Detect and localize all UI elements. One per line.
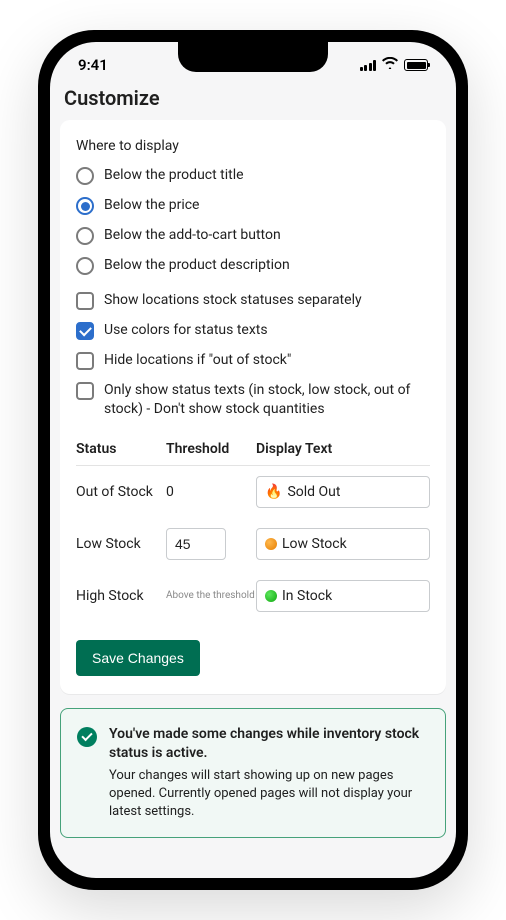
- table-row-low-stock: Low Stock Low Stock: [76, 518, 430, 570]
- table-header: Status Threshold Display Text: [76, 441, 430, 466]
- display-text-value: Sold Out: [287, 484, 340, 500]
- display-text-input[interactable]: 🔥 Sold Out: [256, 476, 430, 508]
- radio-icon: [76, 257, 94, 275]
- signal-icon: [360, 60, 377, 71]
- display-text-value: Low Stock: [282, 536, 347, 552]
- display-text-input[interactable]: In Stock: [256, 580, 430, 612]
- green-dot-icon: [265, 590, 277, 602]
- orange-dot-icon: [265, 538, 277, 550]
- checkbox-label: Hide locations if "out of stock": [104, 351, 430, 370]
- success-banner: You've made some changes while inventory…: [60, 708, 446, 838]
- checkbox-only-status-texts[interactable]: Only show status texts (in stock, low st…: [76, 381, 430, 419]
- table-row-out-of-stock: Out of Stock 0 🔥 Sold Out: [76, 466, 430, 518]
- wifi-icon: [382, 57, 398, 73]
- settings-card: Where to display Below the product title…: [60, 120, 446, 694]
- battery-icon: [404, 59, 428, 71]
- checkbox-label: Show locations stock statuses separately: [104, 291, 430, 310]
- radio-below-the-price[interactable]: Below the price: [76, 196, 430, 215]
- checkbox-label: Use colors for status texts: [104, 321, 430, 340]
- banner-body: Your changes will start showing up on ne…: [109, 767, 429, 822]
- radio-label: Below the product description: [104, 256, 430, 275]
- radio-label: Below the price: [104, 196, 430, 215]
- radio-below-product-title[interactable]: Below the product title: [76, 166, 430, 185]
- row-threshold: 0: [166, 484, 256, 500]
- row-status: Low Stock: [76, 536, 166, 552]
- banner-title: You've made some changes while inventory…: [109, 725, 429, 763]
- phone-frame: 9:41 Customize Where to display Below th…: [38, 30, 468, 890]
- checkbox-show-locations-separately[interactable]: Show locations stock statuses separately: [76, 291, 430, 310]
- row-status: Out of Stock: [76, 484, 166, 500]
- header-display: Display Text: [256, 441, 430, 457]
- check-circle-icon: [77, 727, 97, 747]
- radio-label: Below the product title: [104, 166, 430, 185]
- display-text-input[interactable]: Low Stock: [256, 528, 430, 560]
- header-threshold: Threshold: [166, 441, 256, 457]
- row-threshold: Above the threshold: [166, 590, 256, 602]
- status-icons: [360, 57, 429, 73]
- checkbox-icon: [76, 292, 94, 310]
- radio-label: Below the add-to-cart button: [104, 226, 430, 245]
- radio-icon: [76, 197, 94, 215]
- checkbox-icon: [76, 322, 94, 340]
- checkbox-label: Only show status texts (in stock, low st…: [104, 381, 430, 419]
- content-scroll[interactable]: Where to display Below the product title…: [50, 120, 456, 878]
- table-row-high-stock: High Stock Above the threshold In Stock: [76, 570, 430, 622]
- checkbox-use-colors[interactable]: Use colors for status texts: [76, 321, 430, 340]
- status-bar: 9:41: [50, 42, 456, 82]
- save-changes-button[interactable]: Save Changes: [76, 640, 200, 676]
- radio-below-add-to-cart[interactable]: Below the add-to-cart button: [76, 226, 430, 245]
- checkbox-icon: [76, 382, 94, 400]
- row-status: High Stock: [76, 588, 166, 604]
- radio-below-product-description[interactable]: Below the product description: [76, 256, 430, 275]
- screen: 9:41 Customize Where to display Below th…: [50, 42, 456, 878]
- radio-icon: [76, 227, 94, 245]
- checkbox-hide-out-of-stock[interactable]: Hide locations if "out of stock": [76, 351, 430, 370]
- status-time: 9:41: [78, 56, 108, 74]
- header-status: Status: [76, 441, 166, 457]
- page-title: Customize: [50, 82, 456, 120]
- where-to-display-label: Where to display: [76, 138, 430, 154]
- threshold-input[interactable]: [166, 528, 226, 560]
- radio-icon: [76, 167, 94, 185]
- display-text-value: In Stock: [282, 588, 332, 604]
- checkbox-icon: [76, 352, 94, 370]
- fire-icon: 🔥: [265, 484, 282, 500]
